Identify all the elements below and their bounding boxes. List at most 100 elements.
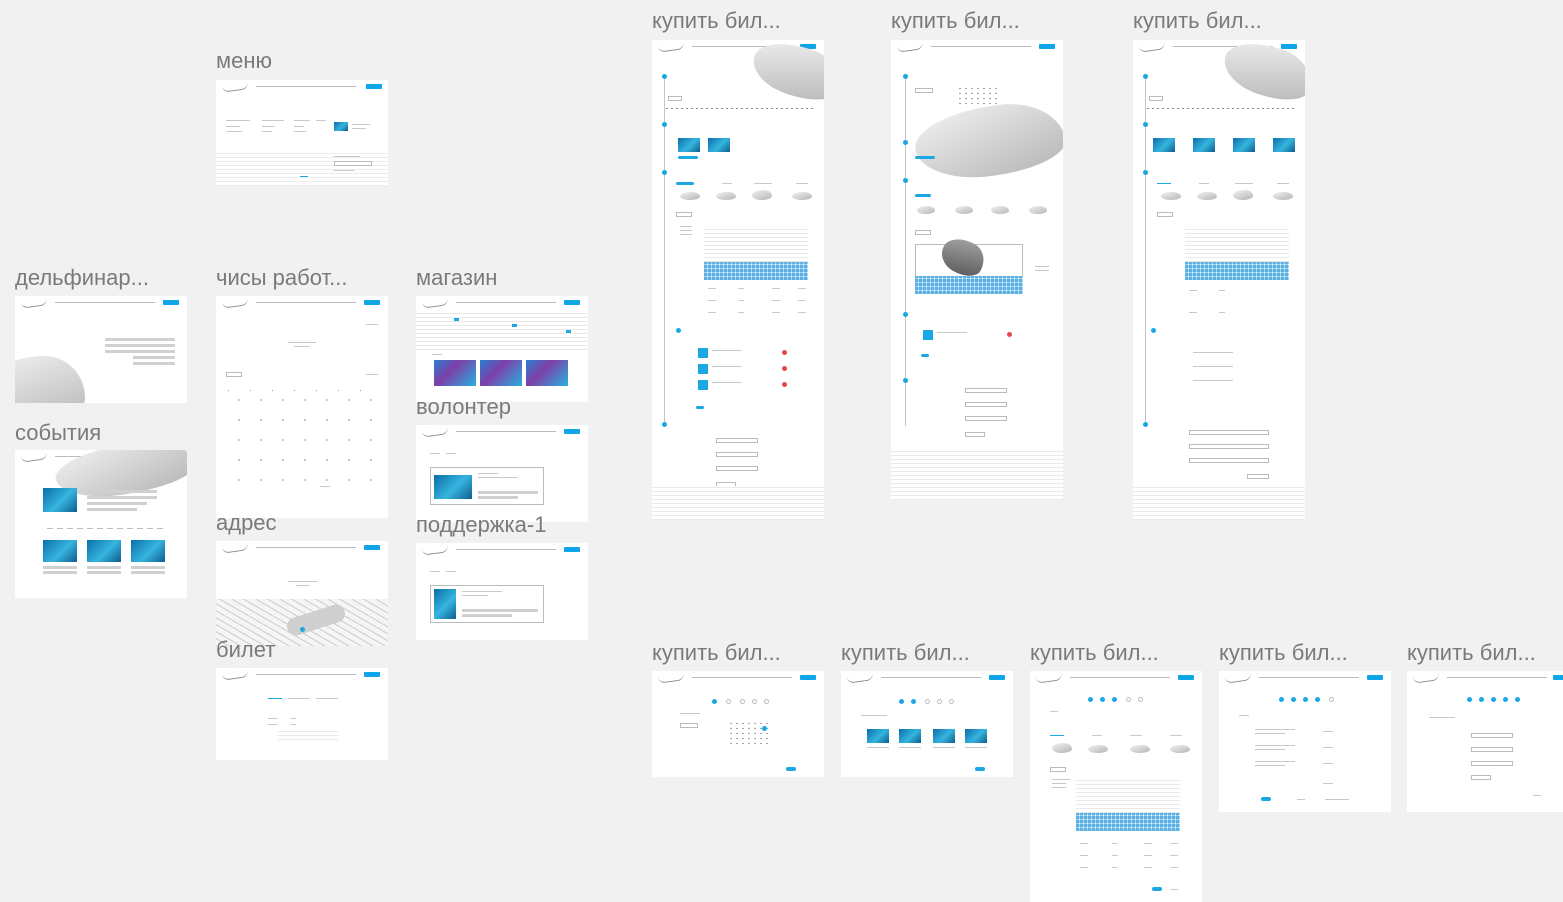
logo-icon [221,298,249,309]
frame-ticket[interactable] [216,668,388,760]
remove-icon[interactable] [782,382,787,387]
frame-events[interactable] [15,450,187,598]
frame-label-support[interactable]: поддержка-1 [416,514,546,536]
frame-label-buy-6[interactable]: купить бил... [1030,642,1159,664]
event-photo[interactable] [87,540,121,562]
seat-map[interactable] [1185,262,1289,280]
email-input[interactable] [1471,747,1513,752]
frame-label-buy-8[interactable]: купить бил... [1407,642,1536,664]
frame-shop[interactable] [416,296,588,402]
hours-calendar[interactable] [228,390,378,490]
frame-label-volunteer[interactable]: волонтер [416,396,511,418]
buy-button[interactable] [564,547,580,552]
product-photo[interactable] [434,360,476,386]
buy-button[interactable] [364,672,380,677]
next-button[interactable] [975,767,985,771]
phone-input[interactable] [1471,761,1513,766]
event-photo[interactable] [131,540,165,562]
logo-icon [221,82,249,93]
frame-buy-7[interactable] [1219,671,1391,812]
submit-button[interactable] [1471,775,1491,780]
buy-button[interactable] [564,429,580,434]
frame-buy-8[interactable] [1407,671,1563,812]
subscribe-input[interactable] [334,161,372,166]
frame-buy-5[interactable] [841,671,1013,777]
frame-volunteer[interactable] [416,425,588,522]
frame-label-buy-5[interactable]: купить бил... [841,642,970,664]
event-photo[interactable] [43,540,77,562]
frame-hours[interactable] [216,296,388,518]
remove-icon[interactable] [782,350,787,355]
frame-buy-3[interactable] [1133,40,1305,520]
frame-label-hours[interactable]: чисы работ... [216,267,347,289]
product-photo[interactable] [526,360,568,386]
show-photo[interactable] [933,729,955,743]
frame-label-buy-2[interactable]: купить бил... [891,10,1020,32]
frame-address[interactable] [216,541,388,646]
buy-button[interactable] [364,300,380,305]
show-photo[interactable] [708,138,730,152]
event-photo[interactable] [334,122,348,131]
buy-button[interactable] [989,675,1005,680]
frame-support[interactable] [416,543,588,640]
frame-label-menu[interactable]: меню [216,50,272,72]
seat-map[interactable] [915,276,1023,294]
remove-icon[interactable] [782,366,787,371]
frame-buy-4[interactable] [652,671,824,777]
next-button[interactable] [1152,887,1162,891]
buy-button[interactable] [1178,675,1194,680]
month-select[interactable] [226,372,242,377]
frame-label-buy-7[interactable]: купить бил... [1219,642,1348,664]
frame-label-buy-1[interactable]: купить бил... [652,10,781,32]
frame-label-ticket[interactable]: билет [216,639,275,661]
step-contacts[interactable] [662,422,667,427]
support-photo [434,589,456,619]
nav-bar [216,80,388,94]
show-photo[interactable] [678,138,700,152]
buy-button[interactable] [1553,675,1563,680]
frame-buy-6[interactable] [1030,671,1202,902]
buy-button[interactable] [564,300,580,305]
show-photo[interactable] [899,729,921,743]
buy-button[interactable] [1281,44,1297,49]
frame-label-shop[interactable]: магазин [416,267,497,289]
show-photo[interactable] [965,729,987,743]
frame-menu[interactable] [216,80,388,186]
show-photo[interactable] [867,729,889,743]
remove-icon[interactable] [1007,332,1012,337]
product-photo[interactable] [480,360,522,386]
map-pin-icon[interactable] [300,627,305,632]
frame-label-dolphinarium[interactable]: дельфинар... [15,267,149,289]
name-input[interactable] [1471,733,1513,738]
frame-buy-2[interactable] [891,40,1063,500]
next-button[interactable] [1261,797,1271,801]
seat-map[interactable] [704,262,808,280]
frame-dolphinarium[interactable] [15,296,187,403]
event-photo[interactable] [43,488,77,512]
step-program[interactable] [662,122,667,127]
buy-button[interactable] [1367,675,1383,680]
step-seat[interactable] [662,170,667,175]
frame-label-buy-4[interactable]: купить бил... [652,642,781,664]
submit-button[interactable] [1247,474,1269,479]
buy-button[interactable] [163,300,179,305]
seat-map[interactable] [1076,813,1180,831]
logo-icon [20,298,48,309]
buy-button[interactable] [364,545,380,550]
frame-label-address[interactable]: адрес [216,512,277,534]
buy-button[interactable] [1039,44,1055,49]
frame-label-events[interactable]: события [15,422,101,444]
logo-icon [846,673,874,684]
month-select[interactable] [668,96,682,101]
step-cart[interactable] [676,328,681,333]
buy-button[interactable] [800,675,816,680]
buy-button[interactable] [366,84,382,89]
submit-button[interactable] [965,432,985,437]
frame-label-buy-3[interactable]: купить бил... [1133,10,1262,32]
next-button[interactable] [786,767,796,771]
logo-icon [20,452,48,463]
month-select[interactable] [680,723,698,728]
frame-buy-1[interactable] [652,40,824,520]
date-picker[interactable] [728,721,770,747]
step-date[interactable] [662,74,667,79]
